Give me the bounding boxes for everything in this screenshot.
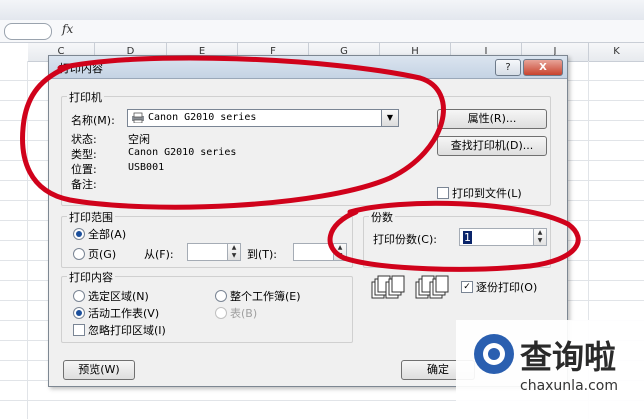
watermark-url: chaxunla.com <box>520 378 618 394</box>
watermark-name: 查询啦 <box>520 338 617 376</box>
printer-annotation-circle <box>20 55 446 210</box>
copies-annotation-circle <box>327 200 581 272</box>
watermark-logo-icon <box>474 334 514 374</box>
